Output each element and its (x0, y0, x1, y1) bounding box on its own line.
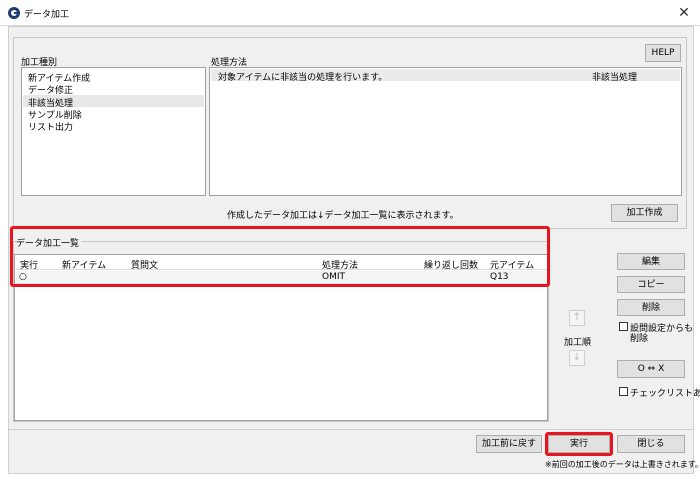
title-bar: データ加工 ✕ (0, 0, 700, 26)
delete-from-settings-checkbox[interactable] (619, 322, 628, 331)
footer-divider (9, 429, 693, 430)
create-process-button[interactable]: 加工作成 (611, 204, 678, 222)
process-list-title: データ加工一覧 (16, 236, 82, 249)
close-icon[interactable]: ✕ (674, 3, 694, 23)
revert-button[interactable]: 加工前に戻す (476, 435, 542, 453)
edit-button[interactable]: 編集 (617, 253, 685, 270)
list-item[interactable]: リスト出力 (28, 120, 73, 133)
info-text: 作成したデータ加工は↓データ加工一覧に表示されます。 (227, 211, 459, 221)
checklist-label: チェックリストあり (630, 389, 700, 399)
help-button[interactable]: HELP (645, 44, 681, 62)
process-method-box: 対象アイテムに非該当の処理を行います。 非該当処理 (209, 67, 682, 196)
list-highlight-frame (10, 226, 550, 287)
app-logo-icon (8, 7, 20, 19)
move-up-icon[interactable]: ↑ (569, 310, 585, 326)
close-button[interactable]: 閉じる (617, 435, 685, 453)
toggle-ox-button[interactable]: O ⇔ X (617, 360, 685, 378)
order-label: 加工順 (564, 338, 592, 348)
move-down-icon[interactable]: ↓ (569, 350, 585, 366)
delete-button[interactable]: 削除 (617, 299, 685, 316)
copy-button[interactable]: コピー (617, 276, 685, 293)
method-description: 対象アイテムに非該当の処理を行います。 (218, 73, 388, 83)
delete-from-settings-label-2: 削除 (630, 334, 649, 344)
checklist-checkbox[interactable] (619, 387, 628, 396)
process-type-list[interactable]: 新アイテム作成 データ修正 非該当処理 サンプル削除 リスト出力 (21, 67, 206, 196)
list-item[interactable]: データ修正 (28, 83, 73, 96)
execute-highlight-frame (545, 432, 613, 456)
window-title: データ加工 (24, 10, 70, 20)
overwrite-note: ※前回の加工後のデータは上書きされます。 (545, 460, 700, 469)
method-tag: 非該当処理 (592, 73, 638, 83)
